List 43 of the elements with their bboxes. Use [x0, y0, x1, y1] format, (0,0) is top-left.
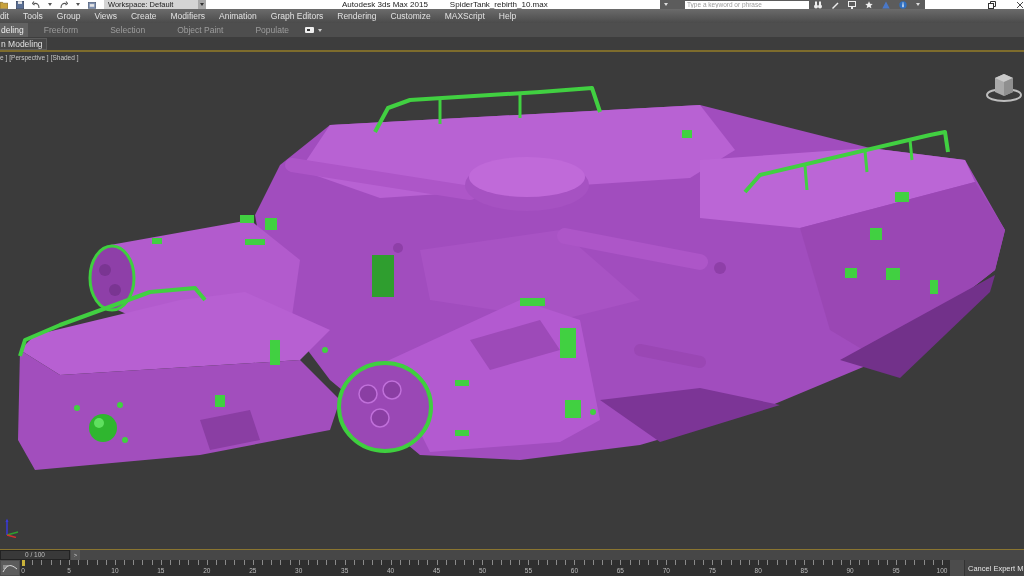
menu-item[interactable]: Group: [56, 11, 81, 21]
ribbon-tab[interactable]: deling: [0, 23, 28, 37]
ribbon-tab[interactable]: Freeform: [27, 23, 95, 37]
binoculars-icon[interactable]: [814, 0, 822, 9]
undo-icon[interactable]: [32, 0, 40, 9]
menu-item[interactable]: Modifiers: [170, 11, 205, 21]
ribbon-tab[interactable]: Populate: [239, 23, 305, 37]
screen-icon[interactable]: [848, 0, 856, 9]
caret-icon[interactable]: [916, 3, 920, 6]
menu-item[interactable]: Customize: [390, 11, 431, 21]
axis-tripod-icon: [4, 518, 20, 538]
panel-title[interactable]: n Modeling: [0, 37, 47, 50]
menu-item[interactable]: Animation: [219, 11, 257, 21]
caret-icon[interactable]: [76, 3, 80, 6]
window-title: Autodesk 3ds Max 2015: [342, 0, 428, 9]
menu-item[interactable]: dit: [0, 11, 9, 21]
caret-icon[interactable]: [318, 28, 322, 32]
close-icon[interactable]: [1016, 0, 1024, 9]
menu-item[interactable]: Help: [498, 11, 517, 21]
caret-icon[interactable]: [198, 0, 206, 9]
graph-icon[interactable]: [0, 560, 20, 576]
menu-item[interactable]: MAXScript: [444, 11, 485, 21]
caret-icon[interactable]: [664, 3, 668, 6]
menu-item[interactable]: Rendering: [337, 11, 377, 21]
menu-item[interactable]: Graph Editors: [270, 11, 324, 21]
save-icon[interactable]: [16, 0, 24, 9]
restore-icon[interactable]: [988, 0, 996, 9]
pen-icon[interactable]: [831, 0, 839, 9]
ribbon-tab[interactable]: Selection: [94, 23, 162, 37]
caret-icon[interactable]: [48, 3, 52, 6]
menu-item[interactable]: Views: [94, 11, 117, 21]
star-icon[interactable]: [865, 0, 873, 9]
cube-icon[interactable]: [986, 72, 1022, 102]
ribbon-tab[interactable]: Object Paint: [161, 23, 240, 37]
file-name: SpiderTank_rebirth_10.max: [449, 0, 548, 9]
toggle-icon[interactable]: [305, 27, 314, 33]
redo-icon[interactable]: [60, 0, 68, 9]
frame-icon[interactable]: [88, 0, 96, 9]
menu-item[interactable]: Tools: [23, 11, 43, 21]
info-icon[interactable]: [899, 0, 907, 9]
frame-marker[interactable]: [22, 560, 25, 566]
folder-icon[interactable]: [0, 0, 8, 9]
menu-item[interactable]: Create: [131, 11, 157, 21]
